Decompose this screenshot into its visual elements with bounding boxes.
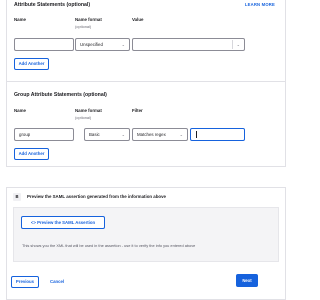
step-badge: B xyxy=(13,193,21,201)
preview-card: B Preview the SAML assertion generated f… xyxy=(6,187,286,300)
previous-button[interactable]: Previous xyxy=(11,276,39,288)
group-col-format: Name format xyxy=(75,108,102,113)
attribute-statements-card: Attribute Statements (optional) LEARN MO… xyxy=(6,0,286,167)
chevron-down-icon: ⌄ xyxy=(236,42,240,47)
group-attribute-statements-title: Group Attribute Statements (optional) xyxy=(14,92,107,98)
group-filter-value-input[interactable] xyxy=(190,128,245,141)
chevron-down-icon: ⌄ xyxy=(179,132,183,137)
attr-col-name: Name xyxy=(14,17,26,22)
text-cursor-icon xyxy=(196,131,197,138)
preview-saml-assertion-button[interactable]: <> Preview the SAML Assertion xyxy=(21,216,105,229)
chevron-down-icon: ⌄ xyxy=(121,132,125,137)
attr-col-format: Name format xyxy=(75,17,102,22)
group-col-name: Name xyxy=(14,108,26,113)
attr-add-another-button[interactable]: Add Another xyxy=(14,58,49,70)
group-format-select[interactable]: Basic ⌄ xyxy=(84,128,130,141)
group-format-value: Basic xyxy=(89,132,100,137)
attribute-statements-title: Attribute Statements (optional) xyxy=(14,2,91,8)
preview-panel: <> Preview the SAML Assertion This shows… xyxy=(13,207,279,262)
chevron-down-icon: ⌄ xyxy=(121,42,125,47)
field-divider xyxy=(232,40,233,49)
group-add-another-button[interactable]: Add Another xyxy=(14,148,49,160)
next-button[interactable]: Next xyxy=(236,274,258,287)
group-name-input[interactable]: group xyxy=(14,128,74,141)
preview-heading: Preview the SAML assertion generated fro… xyxy=(27,194,166,199)
group-col-filter: Filter xyxy=(132,108,143,113)
attr-format-select[interactable]: Unspecified ⌄ xyxy=(75,38,130,51)
group-filter-type-select[interactable]: Matches regex ⌄ xyxy=(132,128,188,141)
group-filter-type-value: Matches regex xyxy=(137,132,166,137)
learn-more-link[interactable]: LEARN MORE xyxy=(245,2,275,7)
cancel-button[interactable]: Cancel xyxy=(50,276,64,288)
section-divider xyxy=(7,81,285,82)
attr-value-input[interactable]: ⌄ xyxy=(132,38,245,51)
preview-hint: This shows you the XML that will be used… xyxy=(22,243,196,248)
attr-col-value: Value xyxy=(132,17,144,22)
group-col-format-sub: (optional) xyxy=(75,115,92,120)
attr-name-input[interactable] xyxy=(14,38,74,51)
attr-col-format-sub: (optional) xyxy=(75,24,92,29)
attr-format-value: Unspecified xyxy=(80,42,103,47)
